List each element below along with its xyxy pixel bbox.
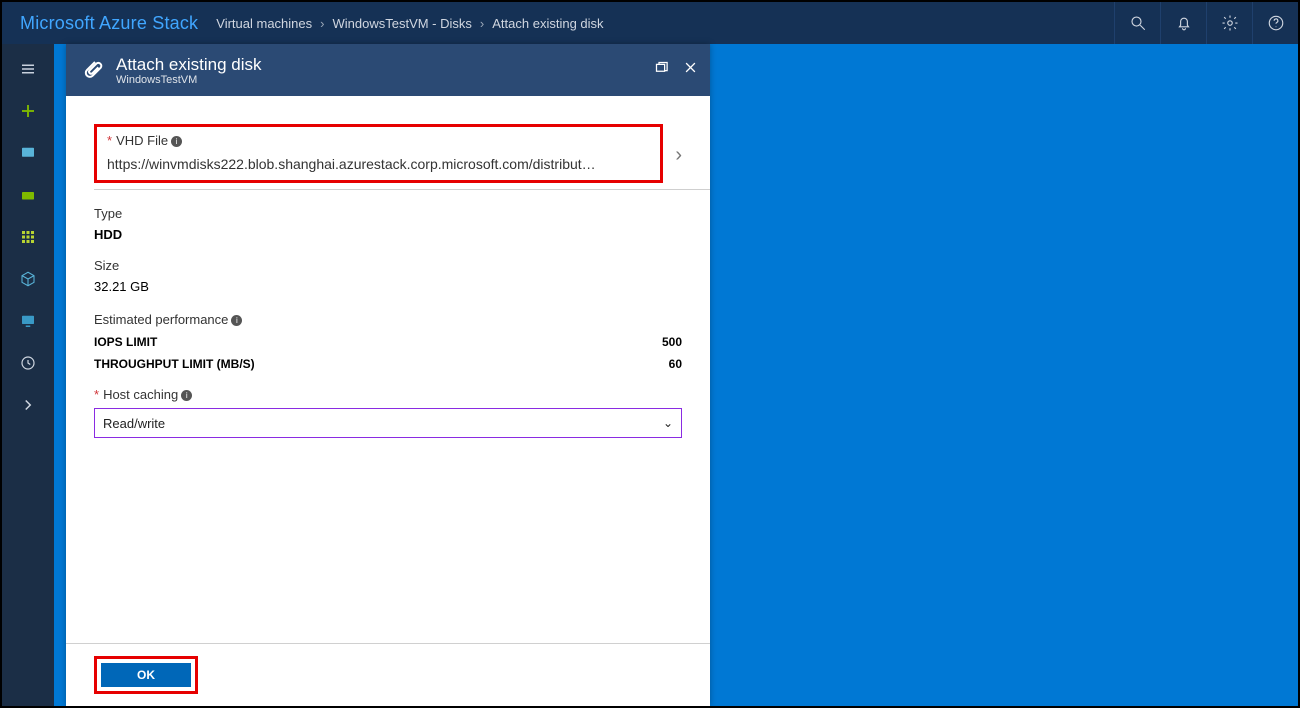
- blade-subtitle: WindowsTestVM: [116, 74, 262, 86]
- search-icon[interactable]: [1114, 2, 1160, 44]
- close-blade-icon[interactable]: [683, 60, 698, 80]
- performance-label-text: Estimated performance: [94, 312, 228, 327]
- performance-label: Estimated performancei: [94, 312, 682, 327]
- host-caching-label-text: Host caching: [103, 387, 178, 402]
- monitor-icon[interactable]: [2, 300, 54, 342]
- resource-groups-icon[interactable]: [2, 174, 54, 216]
- info-icon[interactable]: i: [231, 315, 242, 326]
- breadcrumb-item-disks[interactable]: WindowsTestVM - Disks: [332, 16, 471, 31]
- blade-title: Attach existing disk: [116, 55, 262, 75]
- info-icon[interactable]: i: [181, 390, 192, 401]
- blade-title-group: Attach existing disk WindowsTestVM: [116, 55, 262, 86]
- required-marker: *: [94, 387, 99, 402]
- info-icon[interactable]: i: [171, 136, 182, 147]
- breadcrumb: Virtual machines › WindowsTestVM - Disks…: [216, 16, 603, 31]
- type-value: HDD: [94, 227, 682, 242]
- vhd-file-label-text: VHD File: [116, 133, 168, 148]
- iops-value: 500: [662, 335, 682, 349]
- blade-footer: OK: [66, 643, 710, 706]
- expand-nav-icon[interactable]: [2, 384, 54, 426]
- blade-body: *VHD Filei https://winvmdisks222.blob.sh…: [66, 96, 710, 643]
- size-label: Size: [94, 258, 682, 273]
- dashboard-icon[interactable]: [2, 132, 54, 174]
- chevron-down-icon: ⌄: [663, 416, 673, 430]
- breadcrumb-separator: ›: [480, 16, 484, 31]
- host-caching-select[interactable]: Read/write ⌄: [94, 408, 682, 438]
- notifications-icon[interactable]: [1160, 2, 1206, 44]
- attach-existing-disk-blade: Attach existing disk WindowsTestVM: [66, 44, 710, 706]
- attach-icon: [78, 56, 106, 84]
- blade-header-icons: [654, 60, 698, 80]
- breadcrumb-item-vms[interactable]: Virtual machines: [216, 16, 312, 31]
- vhd-file-value[interactable]: https://winvmdisks222.blob.shanghai.azur…: [107, 156, 650, 172]
- hamburger-menu-icon[interactable]: [2, 48, 54, 90]
- recent-icon[interactable]: [2, 342, 54, 384]
- iops-label: IOPS LIMIT: [94, 335, 157, 349]
- virtual-machines-icon[interactable]: [2, 258, 54, 300]
- performance-section: Estimated performancei IOPS LIMIT 500 TH…: [94, 312, 682, 371]
- blade-canvas: Attach existing disk WindowsTestVM: [54, 44, 1298, 706]
- ok-button-highlight: OK: [94, 656, 198, 694]
- help-icon[interactable]: [1252, 2, 1298, 44]
- host-caching-label: * Host cachingi: [94, 387, 682, 402]
- ok-button[interactable]: OK: [101, 663, 191, 687]
- vhd-file-label: * VHD Filei: [107, 133, 650, 148]
- create-resource-icon[interactable]: [2, 90, 54, 132]
- throughput-value: 60: [669, 357, 682, 371]
- blade-header: Attach existing disk WindowsTestVM: [66, 44, 710, 96]
- required-marker: *: [107, 133, 112, 148]
- throughput-row: THROUGHPUT LIMIT (MB/S) 60: [94, 357, 682, 371]
- left-nav-rail: [2, 44, 54, 706]
- host-caching-value: Read/write: [103, 416, 165, 431]
- restore-window-icon[interactable]: [654, 60, 669, 80]
- size-field: Size 32.21 GB: [94, 258, 682, 294]
- iops-row: IOPS LIMIT 500: [94, 335, 682, 349]
- size-value: 32.21 GB: [94, 279, 682, 294]
- host-caching-field: * Host cachingi Read/write ⌄: [94, 387, 682, 438]
- vhd-file-row: * VHD Filei https://winvmdisks222.blob.sh…: [94, 124, 682, 187]
- divider: [94, 189, 710, 190]
- type-label: Type: [94, 206, 682, 221]
- type-field: Type HDD: [94, 206, 682, 242]
- breadcrumb-item-attach[interactable]: Attach existing disk: [492, 16, 603, 31]
- top-icon-group: [1114, 2, 1298, 44]
- azure-portal-frame: Microsoft Azure Stack Virtual machines ›…: [0, 0, 1300, 708]
- settings-icon[interactable]: [1206, 2, 1252, 44]
- open-vhd-picker-icon[interactable]: ›: [675, 144, 682, 167]
- all-resources-icon[interactable]: [2, 216, 54, 258]
- throughput-label: THROUGHPUT LIMIT (MB/S): [94, 357, 255, 371]
- top-bar: Microsoft Azure Stack Virtual machines ›…: [2, 2, 1298, 44]
- portal-body: Attach existing disk WindowsTestVM: [2, 44, 1298, 706]
- brand-name[interactable]: Microsoft Azure Stack: [2, 13, 216, 34]
- vhd-file-highlight: * VHD Filei https://winvmdisks222.blob.sh…: [94, 124, 663, 183]
- breadcrumb-separator: ›: [320, 16, 324, 31]
